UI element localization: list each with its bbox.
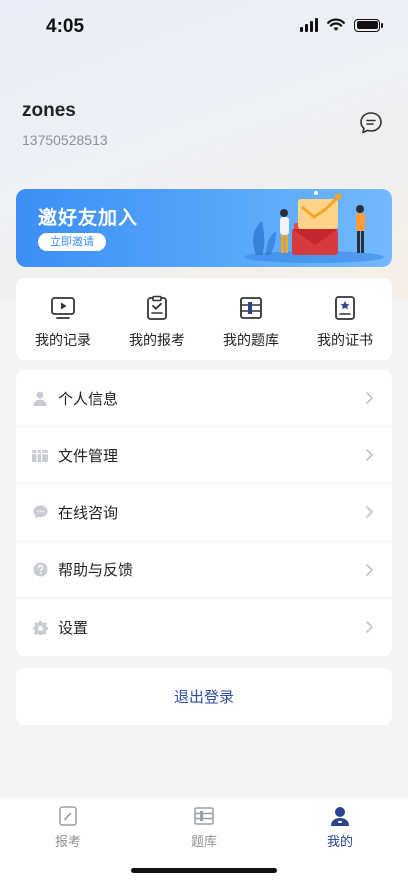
profile-section: zones 13750528513 xyxy=(22,100,108,148)
question-bank-icon xyxy=(194,807,214,825)
menu-item-file-management[interactable]: 文件管理 xyxy=(16,427,392,485)
quick-action-label: 我的证书 xyxy=(317,333,373,349)
message-icon[interactable] xyxy=(358,110,384,136)
menu-item-online-consult[interactable]: 在线咨询 xyxy=(16,484,392,542)
banner-title: 邀好友加入 xyxy=(38,207,139,229)
status-bar: 4:05 xyxy=(0,0,408,56)
quick-action-label: 我的题库 xyxy=(223,333,279,349)
question-bank-icon xyxy=(240,297,262,319)
tab-mine[interactable]: 我的 xyxy=(272,797,408,883)
signal-icon xyxy=(300,18,318,32)
certificate-icon xyxy=(335,296,355,320)
chevron-right-icon xyxy=(366,621,373,634)
video-record-icon xyxy=(51,297,75,319)
menu-item-settings[interactable]: 设置 xyxy=(16,599,392,656)
quick-action-question-bank[interactable]: 我的题库 xyxy=(204,278,298,360)
person-icon xyxy=(32,390,48,406)
quick-action-records[interactable]: 我的记录 xyxy=(16,278,110,360)
tab-label: 题库 xyxy=(190,835,217,850)
quick-action-label: 我的记录 xyxy=(35,333,91,349)
home-indicator xyxy=(131,868,277,873)
menu-item-help-feedback[interactable]: 帮助与反馈 xyxy=(16,542,392,599)
chevron-right-icon xyxy=(366,392,373,404)
invite-button[interactable]: 立即邀请 xyxy=(38,233,106,251)
phone-number: 13750528513 xyxy=(22,132,108,148)
help-icon xyxy=(32,562,48,578)
username: zones xyxy=(22,100,76,121)
status-time: 4:05 xyxy=(46,16,85,37)
gear-icon xyxy=(32,619,48,635)
battery-icon xyxy=(354,18,383,32)
quick-actions: 我的记录 我的报考 我的题库 我的证书 xyxy=(16,278,392,360)
clipboard-check-icon xyxy=(147,295,167,320)
menu-item-label: 个人信息 xyxy=(58,389,119,408)
invite-banner[interactable]: 邀好友加入 立即邀请 xyxy=(16,189,392,267)
status-icons xyxy=(300,18,383,32)
tab-label: 我的 xyxy=(326,835,353,850)
settings-menu: 个人信息 文件管理 在线咨询 帮助与反馈 设置 xyxy=(16,370,392,656)
tab-label: 报考 xyxy=(54,835,81,850)
quick-action-certificates[interactable]: 我的证书 xyxy=(298,278,392,360)
menu-item-label: 在线咨询 xyxy=(58,503,119,522)
folder-icon xyxy=(32,447,48,463)
logout-label: 退出登录 xyxy=(173,688,234,706)
chat-bubble-icon xyxy=(32,504,48,520)
wifi-icon xyxy=(327,18,345,31)
chevron-right-icon xyxy=(366,449,373,462)
chevron-right-icon xyxy=(366,563,373,576)
quick-action-exams[interactable]: 我的报考 xyxy=(110,278,204,360)
banner-illustration xyxy=(244,191,384,263)
menu-item-label: 文件管理 xyxy=(58,446,119,465)
menu-item-label: 设置 xyxy=(58,618,89,637)
logout-button[interactable]: 退出登录 xyxy=(16,668,392,725)
tab-exam[interactable]: 报考 xyxy=(0,797,136,883)
user-icon xyxy=(331,807,349,826)
menu-item-personal-info[interactable]: 个人信息 xyxy=(16,370,392,428)
chevron-right-icon xyxy=(366,506,373,519)
quick-action-label: 我的报考 xyxy=(129,333,185,349)
exam-icon xyxy=(59,806,77,826)
menu-item-label: 帮助与反馈 xyxy=(58,561,134,580)
